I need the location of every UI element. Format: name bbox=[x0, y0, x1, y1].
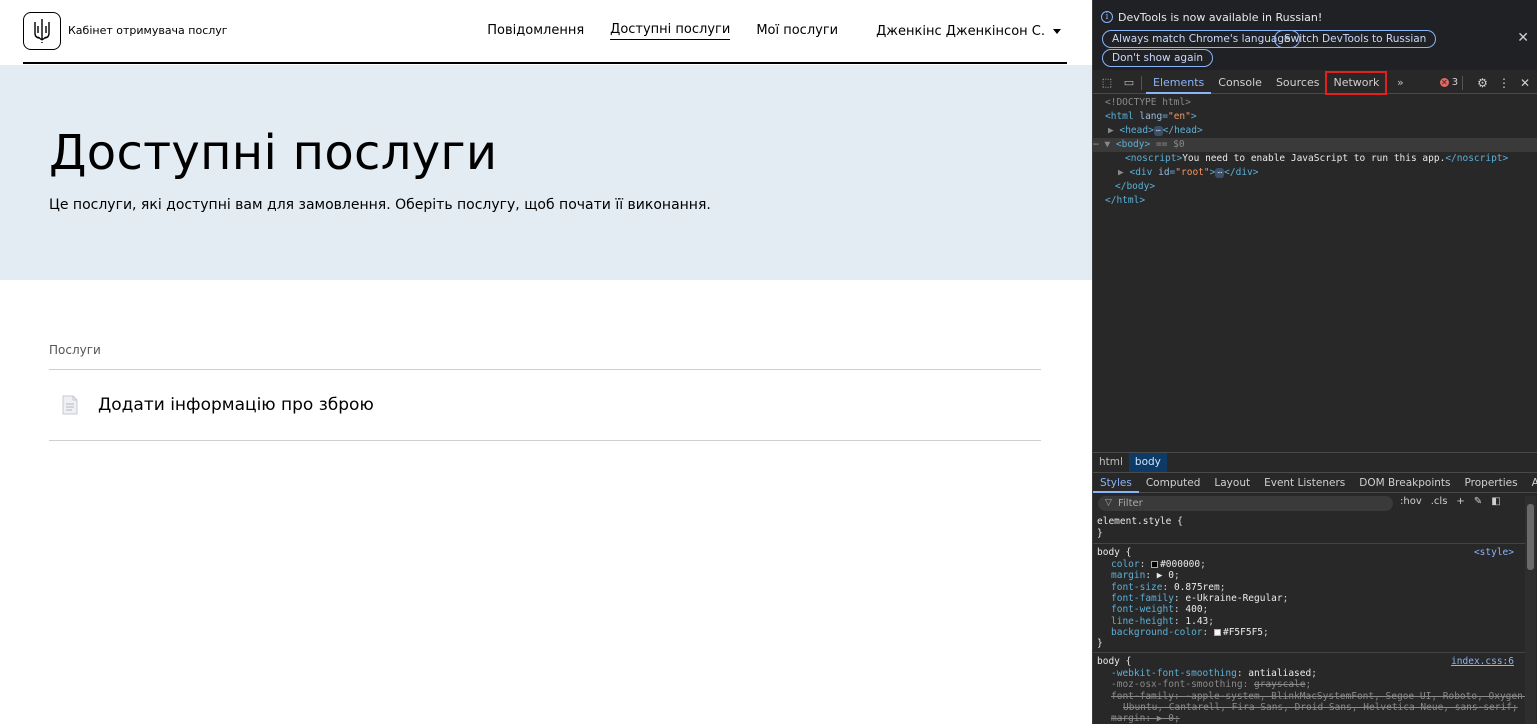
subtab-event-listeners[interactable]: Event Listeners bbox=[1257, 473, 1352, 493]
tab-elements[interactable]: Elements bbox=[1146, 72, 1212, 94]
subtab-styles[interactable]: Styles bbox=[1093, 473, 1139, 493]
style-prop-overridden[interactable]: font-family: -apple-system, BlinkMacSyst… bbox=[1111, 691, 1529, 702]
error-counter[interactable]: ✕ 3 bbox=[1439, 77, 1459, 88]
rule-selector[interactable]: body { bbox=[1097, 656, 1131, 667]
style-prop[interactable]: font-family: e-Ukraine-Regular; bbox=[1111, 593, 1288, 604]
devtools-toolbar: ⬚ ▭ Elements Console Sources Network » ✕… bbox=[1093, 70, 1537, 95]
subtab-computed[interactable]: Computed bbox=[1139, 473, 1208, 493]
subtab-properties[interactable]: Properties bbox=[1458, 473, 1525, 493]
rule-body-indexcss: body { index.css:6 -webkit-font-smoothin… bbox=[1093, 654, 1529, 724]
toolbar-divider bbox=[1462, 75, 1464, 90]
dom-head[interactable]: ▶ <head> ⋯ </head> bbox=[1108, 124, 1203, 138]
style-prop[interactable]: -webkit-font-smoothing: antialiased; bbox=[1111, 668, 1317, 679]
crumb-body[interactable]: body bbox=[1128, 452, 1167, 472]
filter-placeholder: Filter bbox=[1118, 498, 1143, 509]
scrollbar-thumb[interactable] bbox=[1527, 504, 1534, 570]
page-subtitle: Це послуги, які доступні вам для замовле… bbox=[49, 197, 711, 213]
service-title: Додати інформацію про зброю bbox=[98, 395, 374, 415]
subtab-layout[interactable]: Layout bbox=[1207, 473, 1257, 493]
language-banner: i DevTools is now available in Russian! … bbox=[1093, 0, 1537, 70]
styles-filter-input[interactable]: ▽ Filter bbox=[1098, 496, 1393, 511]
info-icon: i bbox=[1101, 11, 1113, 23]
styles-subtabs: Styles Computed Layout Event Listeners D… bbox=[1093, 472, 1537, 493]
style-prop[interactable]: font-weight: 400; bbox=[1111, 604, 1208, 615]
tab-network[interactable]: Network bbox=[1325, 70, 1388, 95]
error-icon: ✕ bbox=[1439, 78, 1449, 87]
cls-toggle[interactable]: .cls bbox=[1431, 496, 1448, 507]
rule-source[interactable]: <style> bbox=[1474, 547, 1514, 558]
tab-sources[interactable]: Sources bbox=[1269, 72, 1327, 94]
dom-noscript[interactable]: <noscript>You need to enable JavaScript … bbox=[1125, 152, 1508, 166]
color-swatch-icon bbox=[1151, 561, 1159, 568]
style-prop-overridden[interactable]: Ubuntu, Cantarell, Fira Sans, Droid Sans… bbox=[1123, 702, 1518, 713]
brand-title: Кабінет отримувача послуг bbox=[68, 24, 228, 37]
device-toolbar-icon[interactable]: ▭ bbox=[1121, 76, 1137, 90]
document-icon bbox=[62, 395, 78, 415]
nav-item-my-services[interactable]: Мої послуги bbox=[756, 23, 838, 40]
styles-scrollbar[interactable] bbox=[1525, 496, 1536, 724]
breadcrumb: html body bbox=[1093, 452, 1537, 472]
style-prop[interactable]: line-height: 1.43; bbox=[1111, 616, 1214, 627]
devtools-panel: i DevTools is now available in Russian! … bbox=[1092, 0, 1537, 724]
app-viewport: Кабінет отримувача послуг Повідомлення Д… bbox=[0, 0, 1092, 724]
styles-pane: element.style { } body { <style> color: … bbox=[1093, 514, 1529, 724]
style-prop-overridden[interactable]: margin: ▶ 0; bbox=[1111, 713, 1180, 724]
dom-body-close[interactable]: </body> bbox=[1115, 180, 1155, 194]
service-item[interactable]: Додати інформацію про зброю bbox=[49, 369, 1041, 441]
services-section-label: Послуги bbox=[49, 343, 101, 357]
page-title: Доступні послуги bbox=[49, 125, 498, 181]
subtab-dom-breakpoints[interactable]: DOM Breakpoints bbox=[1352, 473, 1457, 493]
dom-body-selected[interactable]: ⋯ ▼ <body> == $0 bbox=[1093, 138, 1537, 152]
switch-language-button[interactable]: Switch DevTools to Russian bbox=[1274, 30, 1437, 48]
user-menu[interactable]: Дженкінс Дженкінсон С. bbox=[876, 24, 1061, 39]
dom-div-root[interactable]: ▶ <div id="root"> ⋯ </div> bbox=[1118, 166, 1259, 180]
user-name: Дженкінс Дженкінсон С. bbox=[876, 23, 1045, 39]
new-rule-icon[interactable]: + bbox=[1456, 496, 1464, 507]
hov-toggle[interactable]: :hov bbox=[1400, 496, 1422, 507]
dom-tree: <!DOCTYPE html> <html lang="en"> ▶ <head… bbox=[1093, 96, 1537, 452]
inspect-element-icon[interactable]: ⬚ bbox=[1099, 76, 1115, 90]
match-language-button[interactable]: Always match Chrome's language bbox=[1102, 30, 1301, 48]
dont-show-again-button[interactable]: Don't show again bbox=[1102, 49, 1214, 67]
sidebar-toggle-icon[interactable]: ◧ bbox=[1491, 496, 1500, 507]
styles-filter-tools: :hov .cls + ✎ ◧ bbox=[1400, 496, 1510, 507]
close-devtools-icon[interactable]: ✕ bbox=[1520, 76, 1530, 90]
style-prop-overridden[interactable]: -moz-osx-font-smoothing: grayscale; bbox=[1111, 679, 1311, 690]
nav-item-available-services[interactable]: Доступні послуги bbox=[610, 22, 731, 40]
subtab-accessibility[interactable]: Accessibility bbox=[1525, 473, 1537, 493]
rule-source-link[interactable]: index.css:6 bbox=[1451, 656, 1514, 667]
close-icon[interactable]: ✕ bbox=[1517, 30, 1529, 46]
trident-icon bbox=[34, 19, 50, 43]
paint-icon[interactable]: ✎ bbox=[1474, 496, 1482, 507]
color-swatch-icon bbox=[1213, 628, 1221, 636]
style-prop[interactable]: background-color: #F5F5F5; bbox=[1111, 627, 1269, 638]
rule-element-style: element.style { } bbox=[1093, 514, 1525, 544]
chevron-down-icon bbox=[1053, 28, 1061, 34]
hero-banner: Доступні послуги Це послуги, які доступн… bbox=[0, 65, 1092, 280]
error-count: 3 bbox=[1451, 77, 1459, 88]
tab-console[interactable]: Console bbox=[1211, 72, 1269, 94]
style-prop[interactable]: color: #000000; bbox=[1111, 559, 1206, 570]
rule-body-inline: body { <style> color: #000000; margin: ▶… bbox=[1093, 545, 1525, 653]
toolbar-divider bbox=[1141, 75, 1142, 90]
kebab-menu-icon[interactable]: ⋮ bbox=[1498, 76, 1510, 90]
banner-message: DevTools is now available in Russian! bbox=[1118, 11, 1323, 24]
dom-html[interactable]: <html lang="en"> bbox=[1105, 110, 1197, 124]
more-tabs-icon[interactable]: » bbox=[1392, 76, 1408, 90]
dom-html-close[interactable]: </html> bbox=[1105, 194, 1145, 208]
nav-item-notifications[interactable]: Повідомлення bbox=[487, 23, 584, 40]
main-nav: Повідомлення Доступні послуги Мої послуг… bbox=[461, 22, 1067, 40]
rule-selector[interactable]: body { bbox=[1097, 547, 1131, 558]
style-prop[interactable]: font-size: 0.875rem; bbox=[1111, 582, 1225, 593]
app-header: Кабінет отримувача послуг Повідомлення Д… bbox=[23, 0, 1067, 64]
crumb-html[interactable]: html bbox=[1093, 453, 1129, 472]
filter-icon: ▽ bbox=[1105, 498, 1112, 508]
trident-logo-icon[interactable] bbox=[23, 12, 61, 50]
dom-doctype[interactable]: <!DOCTYPE html> bbox=[1105, 96, 1191, 110]
rule-selector[interactable]: element.style { bbox=[1097, 516, 1183, 527]
style-prop[interactable]: margin: ▶ 0; bbox=[1111, 570, 1180, 581]
gear-icon[interactable]: ⚙ bbox=[1477, 76, 1488, 90]
